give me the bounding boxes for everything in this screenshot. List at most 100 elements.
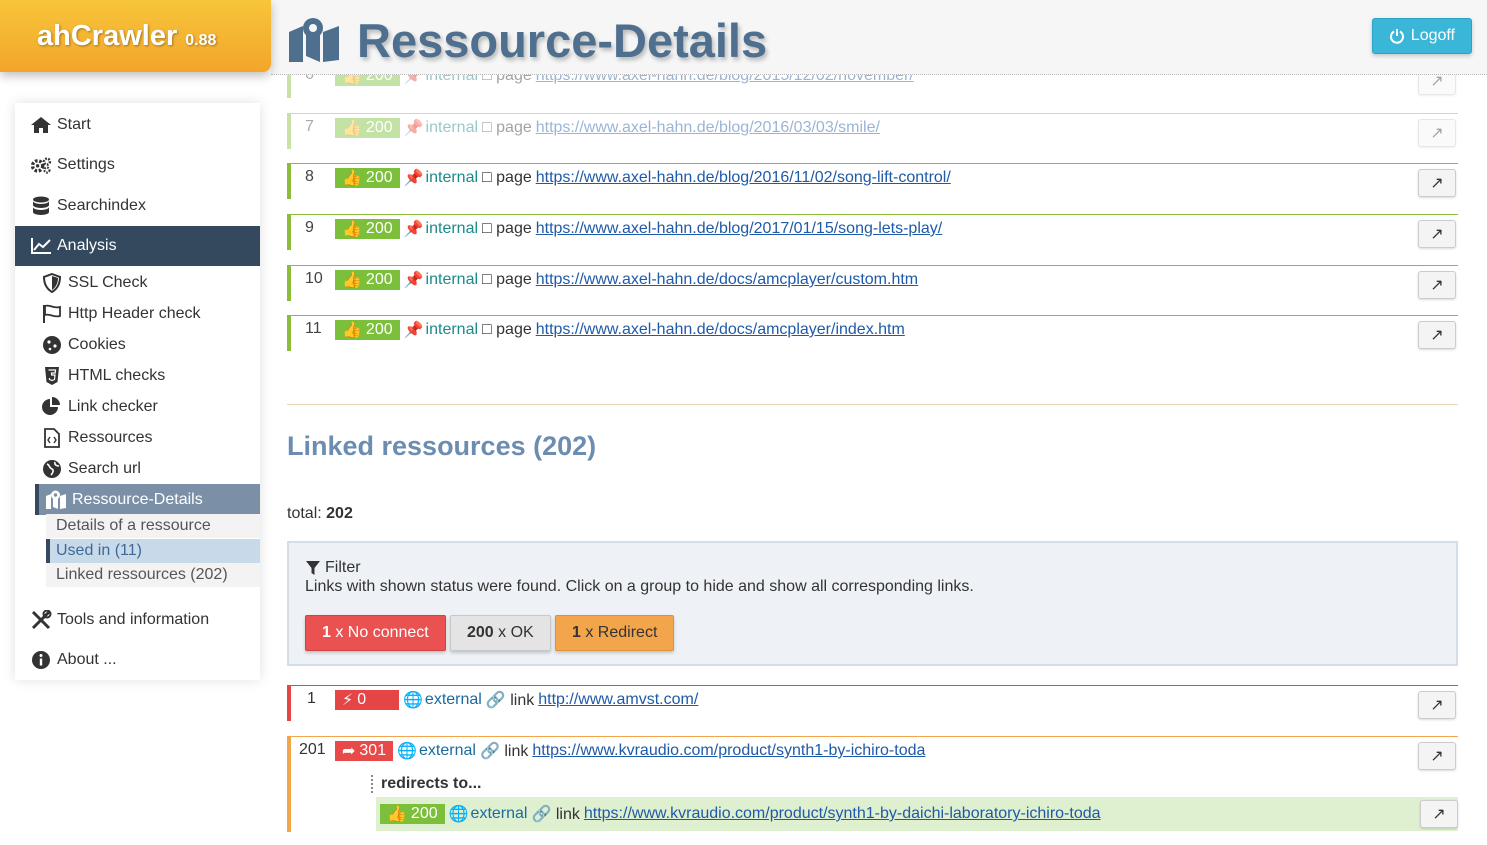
sidebar-item-link-checker[interactable]: Link checker: [35, 391, 260, 422]
table-row: 10 👍 200 📌 internal □ page https://www.axe…: [287, 265, 1458, 301]
scope-tag: 📌 internal: [403, 220, 479, 238]
open-details-button[interactable]: ↗: [1418, 742, 1456, 770]
share-icon: ➦: [342, 743, 356, 760]
table-row: 11 👍 200 📌 internal □ page https://www.axe…: [287, 315, 1458, 351]
open-details-button[interactable]: ↗: [1418, 169, 1456, 197]
globe-icon: 🌐: [403, 692, 423, 709]
external-link-icon: ↗: [1430, 125, 1444, 142]
open-details-button[interactable]: ↗: [1418, 321, 1456, 349]
thumbs-up-icon: 👍: [387, 806, 407, 823]
filter-title: Filter: [325, 559, 361, 576]
scope-tag: 📌 internal: [403, 119, 479, 137]
external-link-icon: ↗: [1430, 697, 1444, 714]
link-icon: 🔗: [485, 692, 506, 709]
map-icon: [45, 490, 67, 510]
sidebar-item-settings[interactable]: Settings: [15, 145, 260, 185]
flag-icon: [41, 304, 63, 324]
globe-icon: 🌐: [448, 806, 469, 823]
external-link-icon: ↗: [1430, 327, 1444, 344]
redirect-target-row: 👍 200 🌐 external 🔗 link https://www.kvraud…: [376, 797, 1458, 831]
filter-no-connect-button[interactable]: 1 x No connect: [305, 615, 446, 651]
open-details-button[interactable]: ↗: [1420, 800, 1458, 828]
sidebar-item-about[interactable]: About ...: [15, 640, 260, 680]
scope-tag: 📌 internal: [403, 271, 479, 289]
thumbs-up-icon: 👍: [342, 322, 362, 339]
resource-link[interactable]: https://www.axel-hahn.de/blog/2016/03/03…: [536, 119, 880, 137]
cogs-icon: [30, 155, 52, 175]
resource-link[interactable]: https://www.axel-hahn.de/docs/amcplayer/…: [536, 271, 918, 289]
resource-link[interactable]: https://www.axel-hahn.de/blog/2016/11/02…: [536, 169, 951, 187]
sidebar-item-html-checks[interactable]: HTML checks: [35, 360, 260, 391]
open-details-button[interactable]: ↗: [1418, 220, 1456, 248]
chart-line-icon: [30, 237, 52, 255]
table-row: 8 👍 200 📌 internal □ page https://www.axel…: [287, 163, 1458, 199]
link-icon: 🔗: [479, 743, 500, 760]
sidebar-item-analysis[interactable]: Analysis: [15, 226, 260, 266]
shield-icon: [41, 272, 63, 293]
home-icon: [30, 116, 52, 134]
resource-link[interactable]: https://www.axel-hahn.de/docs/amcplayer/…: [536, 321, 905, 339]
logoff-button[interactable]: Logoff: [1371, 18, 1472, 54]
file-code-icon: [41, 427, 63, 448]
filter-icon: [306, 561, 320, 575]
app-name: ahCrawler: [37, 19, 178, 52]
sidebar-item-searchindex[interactable]: Searchindex: [15, 186, 260, 226]
sidebar-item-start[interactable]: Start: [15, 105, 260, 145]
thumbs-up-icon: 👍: [342, 170, 362, 187]
resource-link[interactable]: https://www.axel-hahn.de/blog/2017/01/15…: [536, 220, 942, 238]
scope-tag: 📌 internal: [403, 321, 479, 339]
resource-link[interactable]: https://www.kvraudio.com/product/synth1-…: [584, 805, 1101, 823]
external-link-icon: ↗: [1432, 806, 1446, 823]
logoff-label: Logoff: [1410, 27, 1455, 44]
type-label: □ page: [482, 271, 532, 288]
redirect-label: redirects to...: [371, 775, 481, 793]
filter-ok-button[interactable]: 200 x OK: [450, 615, 551, 651]
app-logo[interactable]: ahCrawler 0.88: [0, 0, 271, 72]
resource-link[interactable]: https://www.kvraudio.com/product/synth1-…: [532, 742, 925, 760]
sidebar-item-search-url[interactable]: Search url: [35, 453, 260, 484]
table-row: 9 👍 200 📌 internal □ page https://www.axel…: [287, 214, 1458, 250]
sidebar-item-ressource-details[interactable]: Ressource-Details: [35, 484, 260, 515]
sidebar-item-ressources[interactable]: Ressources: [35, 422, 260, 453]
external-link-icon: ↗: [1430, 277, 1444, 294]
status-badge: 👍 200: [335, 270, 400, 290]
table-row: 1 ⚡ 0 🌐 external 🔗 link http://www.amvst.c…: [287, 685, 1458, 721]
sidebar: Start Settings Searchindex Analysis SSL …: [15, 103, 260, 680]
page-title: Ressource-Details: [287, 10, 767, 70]
power-icon: [1389, 29, 1404, 44]
open-details-button[interactable]: ↗: [1418, 691, 1456, 719]
type-label: □ page: [482, 220, 532, 237]
info-icon: [30, 650, 52, 670]
external-link-icon: ↗: [1430, 748, 1444, 765]
sidebar-item-ssl-check[interactable]: SSL Check: [35, 267, 260, 298]
section-divider: [287, 404, 1458, 405]
plug-icon: ⚡: [342, 692, 354, 709]
status-badge: 👍 200: [335, 168, 400, 188]
globe-icon: [41, 459, 63, 479]
top-bar: Ressource-Details Logoff: [271, 0, 1487, 75]
sidebar-item-tools[interactable]: Tools and information: [15, 600, 260, 640]
type-label: □ page: [482, 119, 532, 136]
sidebar-item-cookies[interactable]: Cookies: [35, 329, 260, 360]
linked-ressources-title: Linked ressources (202): [287, 431, 597, 461]
scope-tag: 🌐 external: [448, 805, 528, 823]
globe-icon: 🌐: [397, 743, 418, 760]
open-details-button[interactable]: ↗: [1418, 271, 1456, 299]
table-row: 201 ➦ 301 🌐 external 🔗 link https://www.kv…: [287, 736, 1458, 832]
type-label: □ page: [482, 321, 532, 338]
status-badge: 👍 200: [380, 804, 445, 824]
map-icon: [289, 18, 339, 62]
filter-redirect-button[interactable]: 1 x Redirect: [555, 615, 675, 651]
sidebar-item-http-header-check[interactable]: Http Header check: [35, 298, 260, 329]
resource-link[interactable]: http://www.amvst.com/: [538, 691, 698, 709]
open-details-button[interactable]: ↗: [1418, 119, 1456, 147]
sidebar-item-used-in[interactable]: Used in (11): [46, 539, 260, 563]
sidebar-item-linked-ressources[interactable]: Linked ressources (202): [46, 563, 260, 587]
type-label: 🔗 link: [485, 692, 535, 709]
app-version: 0.88: [185, 32, 217, 49]
scope-tag: 🌐 external: [397, 742, 476, 760]
sidebar-item-details-of-ressource[interactable]: Details of a ressource: [46, 514, 260, 538]
type-label: 🔗 link: [531, 806, 580, 823]
html5-icon: [41, 366, 63, 386]
tools-icon: [30, 610, 52, 630]
